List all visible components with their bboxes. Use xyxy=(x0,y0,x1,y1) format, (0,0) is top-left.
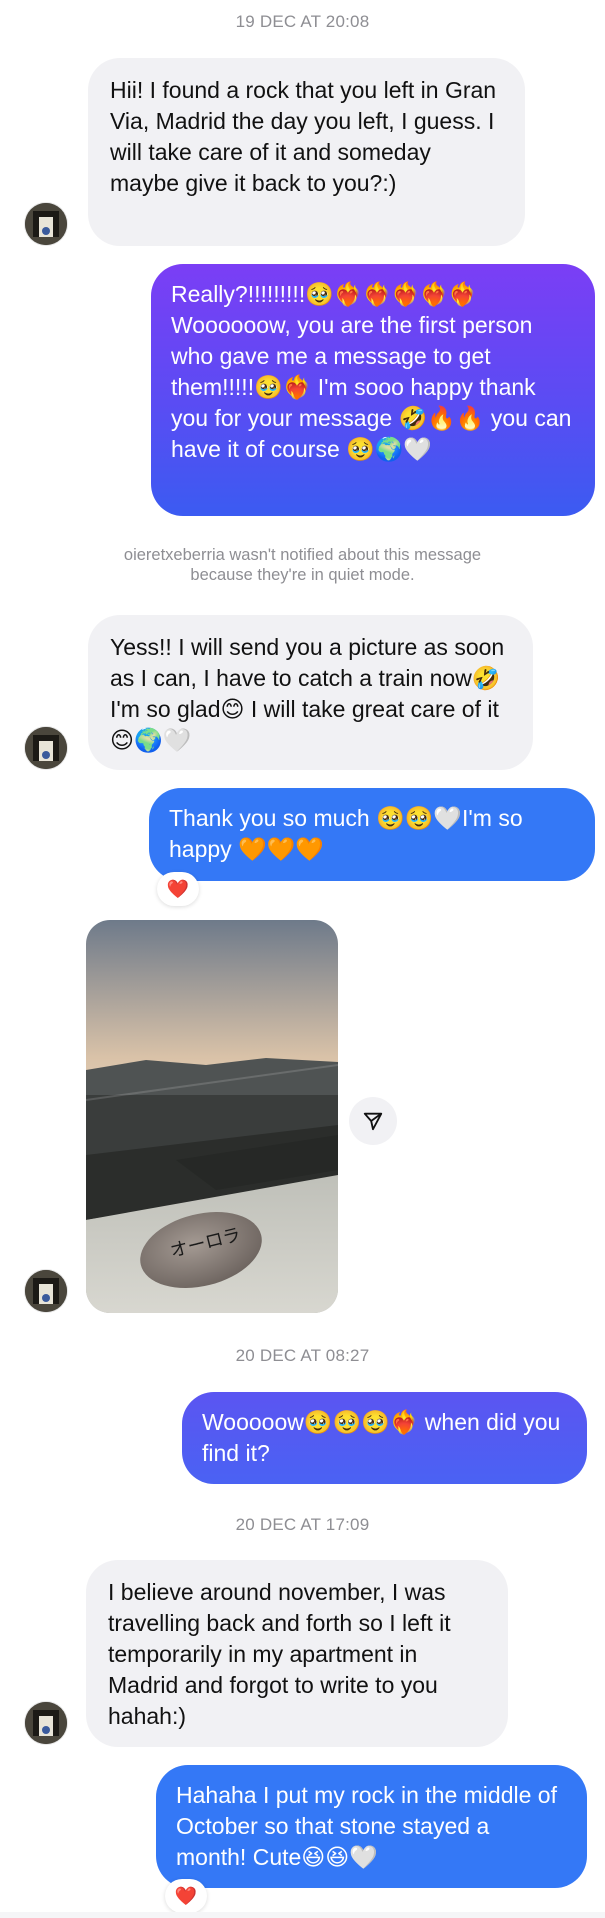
incoming-message[interactable]: Yess!! I will send you a picture as soon… xyxy=(88,615,533,770)
timestamp: 20 DEC AT 17:09 xyxy=(235,1515,370,1534)
timestamp: 20 DEC AT 08:27 xyxy=(235,1346,370,1365)
heart-icon: ❤️ xyxy=(174,1885,198,1906)
avatar[interactable] xyxy=(25,1270,67,1312)
share-icon xyxy=(363,1112,383,1131)
rock-photo[interactable]: オーロラ xyxy=(86,920,338,1313)
avatar[interactable] xyxy=(25,203,67,245)
avatar[interactable] xyxy=(25,727,67,769)
heart-icon: ❤️ xyxy=(166,878,190,899)
heart-reaction[interactable]: ❤️ xyxy=(157,872,199,906)
share-button[interactable] xyxy=(349,1097,397,1145)
avatar[interactable] xyxy=(25,1702,67,1744)
incoming-message[interactable]: I believe around november, I was travell… xyxy=(86,1560,508,1747)
timestamp: 19 DEC AT 20:08 xyxy=(235,12,370,31)
outgoing-message[interactable]: Really?!!!!!!!!!🥹❤️‍🔥❤️‍🔥❤️‍🔥❤️‍🔥❤️‍🔥 Wo… xyxy=(151,264,595,516)
heart-reaction[interactable]: ❤️ xyxy=(165,1879,207,1913)
incoming-message[interactable]: Hii! I found a rock that you left in Gra… xyxy=(88,58,525,246)
composer-edge xyxy=(0,1912,605,1918)
outgoing-message[interactable]: Thank you so much 🥹🥹🤍I'm so happy 🧡🧡🧡 xyxy=(149,788,595,881)
quiet-mode-notice: oieretxeberria wasn't notified about thi… xyxy=(123,546,482,584)
outgoing-message[interactable]: Hahaha I put my rock in the middle of Oc… xyxy=(156,1765,587,1888)
outgoing-message[interactable]: Wooooow🥹🥹🥹❤️‍🔥 when did you find it? xyxy=(182,1392,587,1484)
